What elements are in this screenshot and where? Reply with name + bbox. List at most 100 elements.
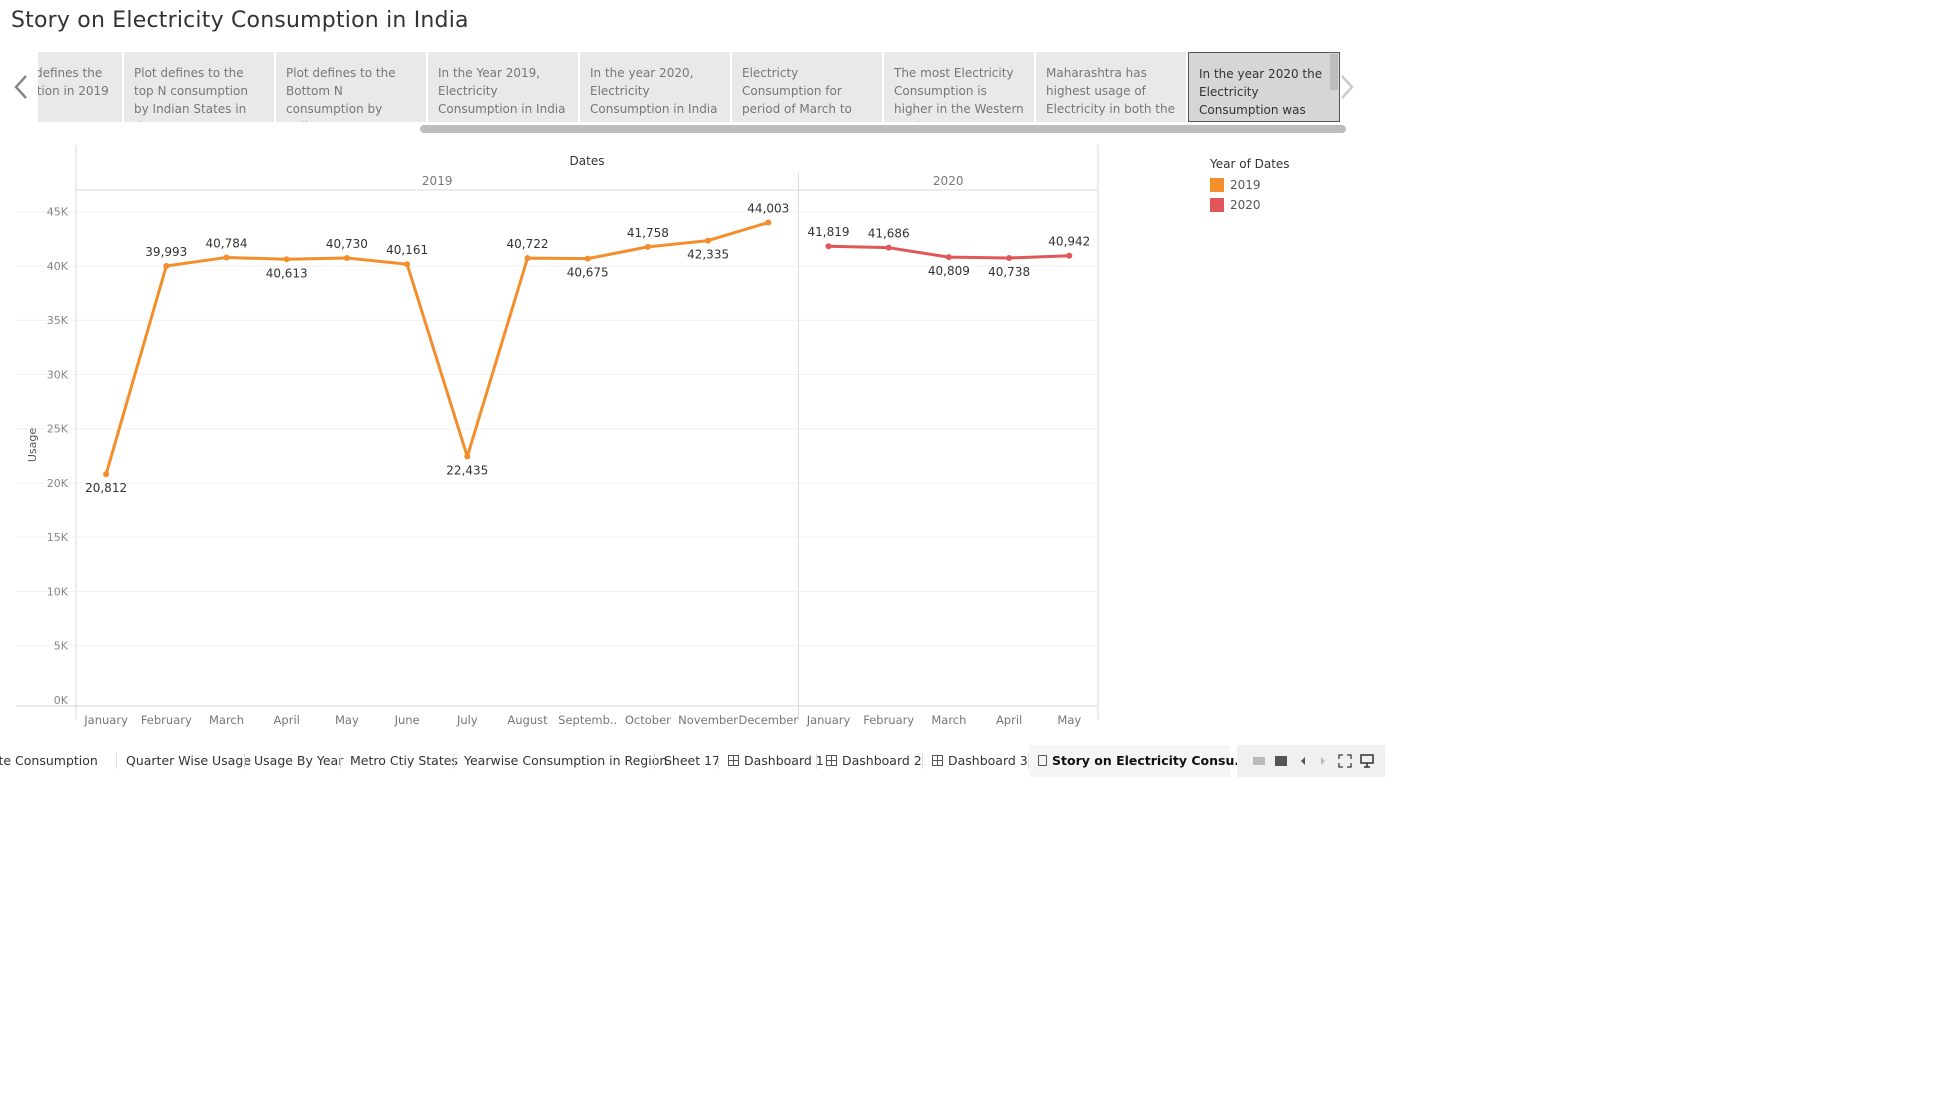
tab-separator (718, 753, 719, 769)
tab-separator (654, 753, 655, 769)
column-header: Dates (570, 154, 605, 168)
story-navigator: The plot defines the consumption in 2019… (38, 52, 1346, 122)
sheet-tab-4[interactable]: Metro Ctiy States (342, 745, 458, 777)
scroll-tabs-left-icon[interactable] (1295, 753, 1311, 769)
legend-item-2019[interactable]: 2019 (1210, 175, 1290, 195)
tab-separator (116, 753, 117, 769)
data-label-2020: 40,942 (1048, 235, 1090, 249)
data-label-2019: 40,784 (206, 236, 248, 250)
data-label-2019: 40,613 (266, 266, 308, 280)
data-label-2019: 40,675 (567, 266, 609, 280)
story-point-7[interactable]: The most Electricity Consumption is high… (884, 52, 1036, 122)
data-point-2019 (404, 261, 411, 268)
data-point-2020 (885, 244, 892, 251)
dashboard-icon (728, 755, 739, 766)
sheet-tab-label: State Consumption (0, 753, 98, 768)
data-label-2019: 40,161 (386, 243, 428, 257)
tab-controls (1237, 745, 1385, 777)
data-point-2019 (584, 255, 591, 262)
data-point-2019 (464, 453, 471, 460)
sheet-tab-2[interactable]: Quarter Wise Usage (118, 745, 251, 777)
data-point-2020 (1006, 254, 1013, 261)
tab-separator (454, 753, 455, 769)
x-tick-label: November (678, 713, 738, 727)
tab-separator (816, 753, 817, 769)
sheet-tab-bar: State Consumption Quarter Wise UsageUsage… (0, 745, 1386, 777)
story-point-2[interactable]: Plot defines to the top N consumption by… (124, 52, 276, 122)
tab-separator (244, 753, 245, 769)
data-label-2019: 39,993 (145, 245, 187, 259)
year-header-2019: 2019 (422, 174, 453, 188)
data-point-2019 (343, 255, 350, 262)
x-tick-label: January (83, 713, 128, 727)
x-tick-label: February (141, 713, 192, 727)
data-point-2019 (223, 254, 230, 261)
data-label-2020: 40,738 (988, 265, 1030, 279)
y-tick-label: 10K (47, 585, 69, 598)
sheet-tab-8[interactable]: Dashboard 2 (818, 745, 922, 777)
y-tick-label: 45K (47, 206, 69, 219)
y-tick-label: 15K (47, 531, 69, 544)
x-tick-label: May (335, 713, 359, 727)
story-point-1[interactable]: The plot defines the consumption in 2019… (38, 52, 124, 122)
y-tick-label: 25K (47, 423, 69, 436)
sheet-tab-3[interactable]: Usage By Year (246, 745, 343, 777)
data-point-2019 (283, 256, 290, 263)
tab-separator (340, 753, 341, 769)
dashboard-icon (932, 755, 943, 766)
presentation-mode-icon[interactable] (1359, 753, 1375, 769)
legend-title: Year of Dates (1210, 157, 1290, 171)
sheet-tab-10[interactable]: Story on Electricity Consu... (1030, 745, 1249, 777)
story-next-button[interactable] (1336, 72, 1358, 102)
sheet-tab-label: Yearwise Consumption in Region (464, 753, 668, 768)
legend-swatch-2020 (1210, 198, 1224, 212)
scroll-tabs-right-icon[interactable] (1315, 753, 1331, 769)
legend-item-2020[interactable]: 2020 (1210, 195, 1290, 215)
sheet-tab-5[interactable]: Yearwise Consumption in Region (456, 745, 667, 777)
sheet-tab-label: Sheet 17 (664, 753, 721, 768)
story-navigator-scrollbar[interactable] (420, 125, 1346, 133)
sheet-tab-label: Story on Electricity Consu... (1052, 753, 1249, 768)
data-point-2019 (705, 237, 712, 244)
story-point-8[interactable]: Maharashtra has highest usage of Electri… (1036, 52, 1188, 122)
data-point-2019 (163, 263, 170, 270)
data-label-2019: 22,435 (446, 464, 488, 478)
data-label-2020: 41,686 (868, 227, 910, 241)
story-point-3[interactable]: Plot defines to the Bottom N consumption… (276, 52, 428, 122)
story-point-4[interactable]: In the Year 2019, Electricity Consumptio… (428, 52, 580, 122)
story-point-9[interactable]: In the year 2020 the Electricity Consump… (1188, 52, 1340, 122)
data-point-2019 (644, 243, 651, 250)
x-tick-label: April (996, 713, 1022, 727)
show-filmstrip-icon[interactable] (1251, 753, 1267, 769)
data-point-2020 (825, 243, 832, 250)
x-tick-label: January (806, 713, 851, 727)
sheet-tab-6[interactable]: Sheet 17 (656, 745, 720, 777)
sheet-tab-7[interactable]: Dashboard 1 (720, 745, 824, 777)
series-line-2019 (104, 221, 769, 475)
story-point-5[interactable]: In the year 2020, Electricity Consumptio… (580, 52, 732, 122)
dashboard-icon (826, 755, 837, 766)
data-point-2019 (765, 219, 772, 226)
data-label-2019: 42,335 (687, 248, 729, 262)
sheet-tab-label: Dashboard 1 (744, 753, 824, 768)
x-tick-label: March (931, 713, 966, 727)
x-tick-label: August (507, 713, 548, 727)
sheet-tab-9[interactable]: Dashboard 3 (924, 745, 1028, 777)
data-label-2020: 41,819 (808, 225, 850, 239)
data-label-2019: 41,758 (627, 226, 669, 240)
line-chart: Dates 2019 2020 0K 5K 10K 15K 20K 25K 30K 35K 40K 45… (16, 145, 1099, 727)
legend-swatch-2019 (1210, 178, 1224, 192)
tab-separator (922, 753, 923, 769)
y-tick-label: 30K (47, 368, 69, 381)
data-label-2019: 44,003 (747, 202, 789, 216)
show-tabs-icon[interactable] (1273, 753, 1289, 769)
fullscreen-icon[interactable] (1337, 753, 1353, 769)
legend-label: 2020 (1230, 198, 1261, 212)
sheet-tab-label: Usage By Year (254, 753, 344, 768)
story-point-6[interactable]: Electricty Consumption for period of Mar… (732, 52, 884, 122)
story-prev-button[interactable] (10, 72, 32, 102)
data-point-2020 (1066, 252, 1073, 259)
story-icon (1038, 755, 1047, 766)
sheet-tab-1[interactable]: State Consumption (0, 745, 100, 777)
x-tick-label: December (738, 713, 798, 727)
